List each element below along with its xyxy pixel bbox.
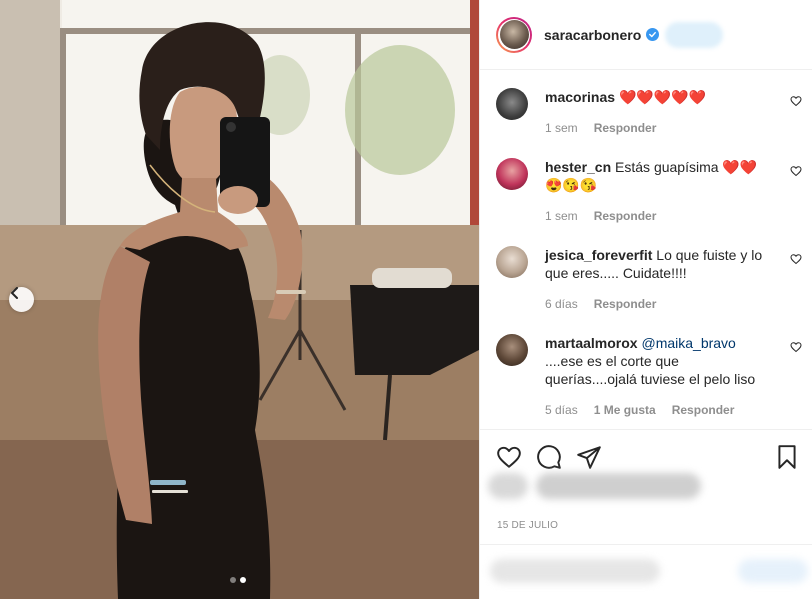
reply-button[interactable]: Responder bbox=[672, 401, 735, 419]
carousel-indicator bbox=[230, 577, 246, 583]
comment-username[interactable]: macorinas bbox=[545, 89, 615, 105]
comment-text: ....ese es el corte que querías....ojalá… bbox=[545, 353, 756, 387]
comment-text: Estás guapísima ❤️❤️ bbox=[615, 159, 758, 175]
comment-time[interactable]: 1 sem bbox=[545, 119, 578, 137]
comment-meta: 1 sem Responder bbox=[545, 207, 770, 225]
reply-button[interactable]: Responder bbox=[594, 207, 657, 225]
heart-icon[interactable] bbox=[496, 444, 522, 470]
comment-time[interactable]: 6 días bbox=[545, 295, 578, 313]
comment-time[interactable]: 5 días bbox=[545, 401, 578, 419]
author-username[interactable]: saracarbonero bbox=[544, 27, 641, 43]
post-photo[interactable] bbox=[0, 0, 479, 599]
comment-time[interactable]: 1 sem bbox=[545, 207, 578, 225]
carousel-dot-active[interactable] bbox=[240, 577, 246, 583]
comment-avatar[interactable] bbox=[496, 246, 528, 278]
comment-username[interactable]: martaalmorox bbox=[545, 335, 638, 351]
carousel-dot[interactable] bbox=[230, 577, 236, 583]
verified-badge-icon bbox=[646, 28, 660, 41]
reply-button[interactable]: Responder bbox=[594, 295, 657, 313]
bookmark-icon[interactable] bbox=[774, 444, 800, 470]
photo-illustration bbox=[0, 0, 479, 599]
comment-meta: 5 días 1 Me gusta Responder bbox=[545, 401, 770, 419]
comment-text: ❤️❤️❤️❤️❤️ bbox=[618, 89, 707, 105]
comment-avatar[interactable] bbox=[496, 334, 528, 366]
comments-list: macorinas ❤️❤️❤️❤️❤️ 1 sem Responder hes… bbox=[480, 71, 812, 428]
comment-meta: 1 sem Responder bbox=[545, 119, 770, 137]
post-header: saracarbonero bbox=[480, 0, 812, 70]
reply-button[interactable]: Responder bbox=[594, 119, 657, 137]
comment-item: macorinas ❤️❤️❤️❤️❤️ 1 sem Responder bbox=[496, 88, 802, 137]
share-icon[interactable] bbox=[576, 444, 602, 470]
comment-item: hester_cn Estás guapísima ❤️❤️ 😍😘😘 1 sem… bbox=[496, 158, 802, 225]
comment-username[interactable]: hester_cn bbox=[545, 159, 611, 175]
comment-item: jesica_foreverfit Lo que fuiste y lo que… bbox=[496, 246, 802, 313]
likes-summary-blurred[interactable] bbox=[488, 473, 708, 503]
heart-icon[interactable] bbox=[790, 94, 802, 107]
comment-meta: 6 días Responder bbox=[545, 295, 770, 313]
author-avatar[interactable] bbox=[496, 16, 532, 53]
comment-text-line2: 😍😘😘 bbox=[545, 177, 598, 193]
comment-avatar[interactable] bbox=[496, 88, 528, 120]
carousel-prev-button[interactable] bbox=[9, 287, 34, 312]
add-comment-area-blurred[interactable] bbox=[480, 544, 812, 599]
comment-item: martaalmorox @maika_bravo ....ese es el … bbox=[496, 334, 802, 419]
follow-status-blurred[interactable] bbox=[665, 21, 724, 48]
comment-icon[interactable] bbox=[536, 444, 562, 470]
heart-icon[interactable] bbox=[790, 340, 802, 353]
heart-icon[interactable] bbox=[790, 164, 802, 177]
comment-avatar[interactable] bbox=[496, 158, 528, 190]
post-side-panel: saracarbonero macorinas ❤️❤️❤️❤️❤️ 1 sem… bbox=[479, 0, 812, 599]
post-date[interactable]: 15 DE JULIO bbox=[497, 520, 558, 531]
heart-icon[interactable] bbox=[790, 252, 802, 265]
comment-username[interactable]: jesica_foreverfit bbox=[545, 247, 652, 263]
comment-likes-count[interactable]: 1 Me gusta bbox=[594, 401, 656, 419]
comment-mention[interactable]: @maika_bravo bbox=[641, 335, 735, 351]
